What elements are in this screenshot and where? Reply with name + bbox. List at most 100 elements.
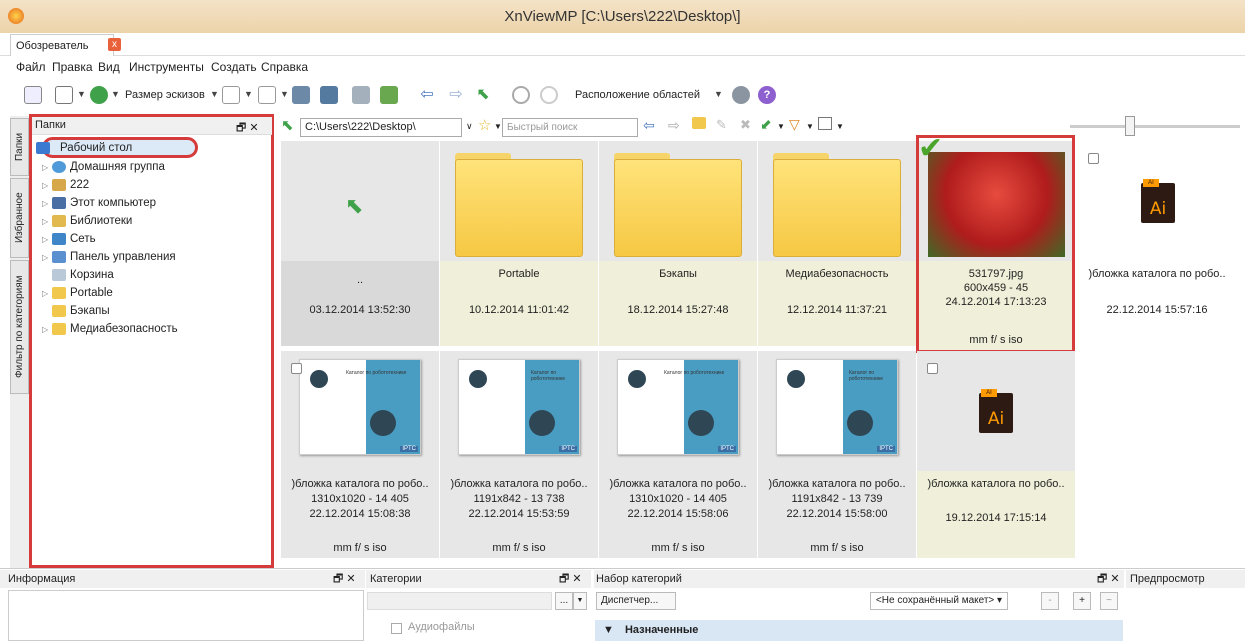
layout-button[interactable]: Расположение областей [575, 89, 700, 101]
tree-item-libraries[interactable]: Библиотеки [52, 213, 132, 229]
side-tab-category-filter[interactable]: Фильтр по категориям [10, 260, 29, 394]
chevron-down-icon[interactable]: ▼ [210, 89, 219, 99]
tree-item-this-pc[interactable]: Этот компьютер [52, 195, 156, 211]
thumb-parent[interactable]: ⬉ .. 03.12.2014 13:52:30 [281, 141, 439, 346]
tree-item-homegroup[interactable]: Домашняя группа [52, 159, 165, 175]
thumb-size-button[interactable]: Размер эскизов [125, 89, 205, 101]
chevron-down-icon[interactable]: ▼ [494, 122, 502, 131]
columns-icon[interactable] [258, 86, 276, 104]
minus-button[interactable]: - [1041, 592, 1059, 610]
tab-browser[interactable]: Обозреватель [10, 34, 114, 56]
batch-icon[interactable] [380, 86, 398, 104]
up-icon[interactable]: ⬉ [474, 86, 492, 104]
layout-select[interactable]: <Не сохранённый макет> ▾ [870, 592, 1008, 610]
settings-gear-icon[interactable] [732, 86, 750, 104]
select-checkbox[interactable] [927, 363, 938, 374]
stop-icon[interactable] [540, 86, 558, 104]
folders-panel-controls[interactable]: 🗗 ✕ [236, 119, 259, 138]
tree-item-recycle-bin[interactable]: Корзина [52, 267, 114, 283]
view-icon[interactable] [818, 117, 832, 130]
category-search-input[interactable] [367, 592, 552, 610]
chevron-down-icon[interactable]: ▼ [806, 122, 814, 131]
tree-item-desktop[interactable]: Рабочий стол [36, 140, 132, 156]
fullscreen-icon[interactable] [24, 86, 42, 104]
expand-icon[interactable]: ▷ [42, 199, 48, 208]
menu-help[interactable]: Справка [261, 60, 308, 74]
back-icon[interactable]: ⇦ [418, 86, 436, 104]
dispatcher-button[interactable]: Диспетчер... [596, 592, 676, 610]
side-tab-folders[interactable]: Папки [10, 118, 29, 176]
slideshow-icon[interactable] [352, 86, 370, 104]
thumb-cover-1[interactable]: Каталог по робототехнике IPTC )бложка кат… [281, 351, 439, 558]
expand-icon[interactable]: ▷ [42, 163, 48, 172]
category-item-audio[interactable]: Аудиофайлы [408, 621, 475, 633]
filter-icon[interactable]: ▽ [789, 116, 800, 133]
chevron-down-icon[interactable]: ▼ [111, 89, 120, 99]
chevron-down-icon[interactable]: ▼ [836, 122, 844, 131]
sort-icon[interactable] [90, 86, 108, 104]
menu-file[interactable]: Файл [16, 60, 46, 74]
view-mode-icon[interactable] [55, 86, 73, 104]
menu-create[interactable]: Создать [211, 60, 257, 74]
category-set-pane-controls[interactable]: 🗗 ✕ [1097, 570, 1120, 588]
expand-icon[interactable]: ▷ [42, 181, 48, 190]
chevron-down-icon[interactable]: ▼ [77, 89, 86, 99]
tree-item-mediasecurity[interactable]: Медиабезопасность [52, 321, 178, 337]
thumb-size-slider-thumb[interactable] [1125, 116, 1135, 136]
help-icon[interactable]: ? [758, 86, 776, 104]
tree-item-portable[interactable]: Portable [52, 285, 113, 301]
plus-button[interactable]: + [1073, 592, 1091, 610]
select-checkbox[interactable] [291, 363, 302, 374]
chevron-down-icon[interactable]: ▼ [714, 89, 723, 99]
expand-icon[interactable]: ▷ [42, 325, 48, 334]
forward-icon[interactable]: ⇨ [447, 86, 465, 104]
chevron-down-icon[interactable]: ▼ [244, 89, 253, 99]
forward-icon[interactable]: ⇨ [668, 117, 680, 134]
tree-item-user[interactable]: 222 [52, 177, 89, 193]
assigned-section-header[interactable]: ▼ Назначенные [595, 620, 1123, 641]
expand-icon[interactable]: ▷ [42, 217, 48, 226]
tree-item-backups[interactable]: Бэкапы [52, 303, 110, 319]
chevron-down-icon[interactable]: ▼ [573, 592, 587, 610]
category-options-button[interactable]: ... [555, 592, 573, 610]
thumb-size-slider-track[interactable] [1070, 125, 1240, 128]
thumb-folder-mediasecurity[interactable]: Медиабезопасность 12.12.2014 11:37:21 [758, 141, 916, 346]
select-checkbox[interactable] [1088, 153, 1099, 164]
back-icon[interactable]: ⇦ [643, 117, 655, 134]
tree-item-network[interactable]: Сеть [52, 231, 96, 247]
categories-pane-controls[interactable]: 🗗 ✕ [559, 570, 582, 588]
camera-icon[interactable] [320, 86, 338, 104]
expand-icon[interactable]: ▷ [42, 235, 48, 244]
path-input[interactable]: C:\Users\222\Desktop\ [300, 118, 462, 137]
tree-icon[interactable] [292, 86, 310, 104]
thumb-folder-portable[interactable]: Portable 10.12.2014 11:01:42 [440, 141, 598, 346]
thumb-ai-file-2[interactable]: AI Ai )бложка каталога по робо.. 19.12.20… [917, 351, 1075, 558]
side-tab-favorites[interactable]: Избранное [10, 178, 29, 258]
chevron-down-icon[interactable]: ▼ [777, 122, 785, 131]
chevron-down-icon[interactable]: ▼ [280, 89, 289, 99]
info-pane-controls[interactable]: 🗗 ✕ [333, 570, 356, 588]
favorites-star-icon[interactable]: ☆ [478, 116, 491, 134]
new-folder-icon[interactable] [692, 117, 706, 129]
menu-tools[interactable]: Инструменты [129, 60, 204, 74]
up-folder-icon[interactable]: ⬉ [281, 118, 297, 134]
tree-item-control-panel[interactable]: Панель управления [52, 249, 176, 265]
tab-close-icon[interactable]: x [108, 38, 121, 51]
expand-icon[interactable]: ▷ [42, 253, 48, 262]
edit-icon[interactable]: ✎ [716, 117, 727, 133]
menu-view[interactable]: Вид [98, 60, 120, 74]
category-checkbox[interactable] [391, 623, 402, 634]
menu-edit[interactable]: Правка [52, 60, 93, 74]
path-dropdown-icon[interactable]: ∨ [466, 121, 473, 132]
thumb-cover-2[interactable]: Каталог по робототехнике IPTC )бложка кат… [440, 351, 598, 558]
thumb-cover-4[interactable]: Каталог по робототехнике IPTC )бложка кат… [758, 351, 916, 558]
thumb-folder-backups[interactable]: Бэкапы 18.12.2014 15:27:48 [599, 141, 757, 346]
expand-icon[interactable]: ▷ [42, 289, 48, 298]
thumb-info-icon[interactable] [222, 86, 240, 104]
delete-icon[interactable]: ✖ [740, 117, 751, 133]
app-icon[interactable] [8, 8, 24, 24]
thumb-cover-3[interactable]: Каталог по робототехнике IPTC )бложка кат… [599, 351, 757, 558]
refresh-icon[interactable] [512, 86, 530, 104]
sort-icon[interactable]: ⬋ [760, 116, 772, 133]
thumb-ai-file-1[interactable]: AI Ai )бложка каталога по робо.. 22.12.20… [1078, 141, 1236, 346]
